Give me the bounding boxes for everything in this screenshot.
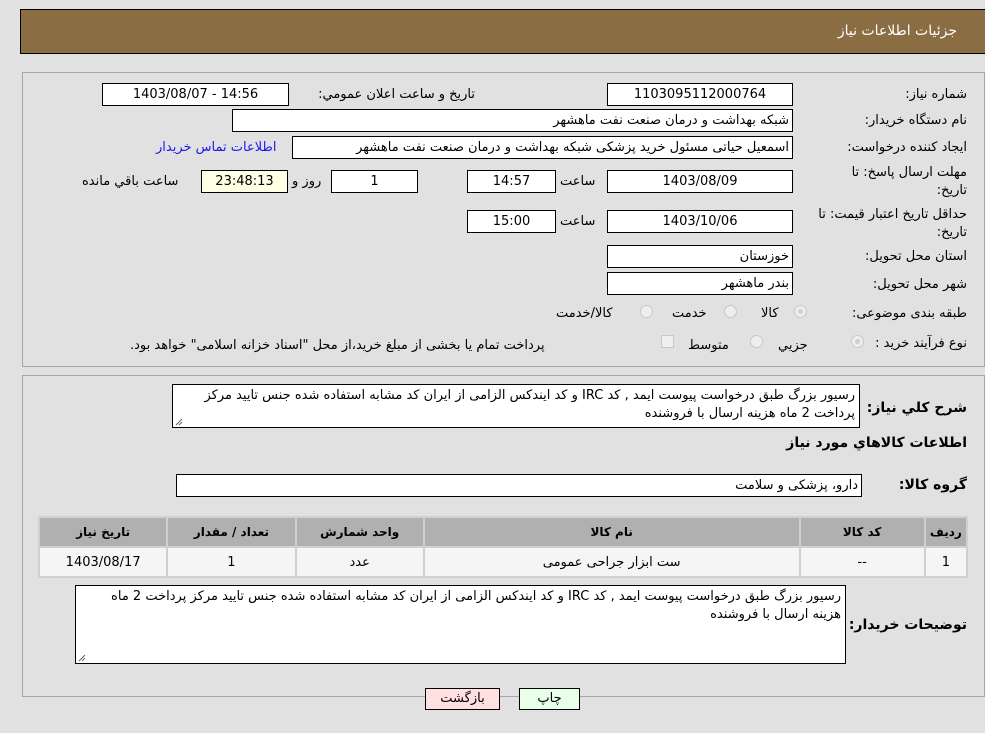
treasury-checkbox[interactable] <box>661 335 674 348</box>
col-header-item-code: کد کالا <box>800 518 924 546</box>
announce-datetime-field: 1403/08/07 - 14:56 <box>102 83 289 106</box>
remaining-days-field: 1 <box>331 170 418 193</box>
items-table-wrapper: رديف کد کالا نام کالا واحد شمارش تعداد /… <box>38 516 968 578</box>
reply-deadline-label-1: مهلت ارسال پاسخ: تا <box>851 165 967 180</box>
category-option-service: خدمت <box>672 306 707 321</box>
buyer-org-field: شبکه بهداشت و درمان صنعت نفت ماهشهر <box>232 109 793 132</box>
buyer-org-label: نام دستگاه خريدار: <box>864 113 967 128</box>
reply-deadline-time-field: 14:57 <box>467 170 556 193</box>
category-label: طبقه بندی موضوعی: <box>851 306 967 321</box>
goods-group-field: دارو، پزشکی و سلامت <box>176 474 862 497</box>
category-radio-service[interactable] <box>724 305 737 318</box>
col-header-need-date: تاریخ نیاز <box>40 518 167 546</box>
purchase-type-option-medium: متوسط <box>688 338 729 353</box>
price-validity-date-field: 1403/10/06 <box>607 210 793 233</box>
description-label: شرح کلي نياز: <box>866 400 967 416</box>
back-button[interactable]: بازگشت <box>425 688 500 710</box>
category-option-goods: کالا <box>761 306 779 321</box>
table-header-row: رديف کد کالا نام کالا واحد شمارش تعداد /… <box>40 518 966 546</box>
buyer-notes-label: توضیحات خریدار: <box>848 617 967 633</box>
col-header-row-number: رديف <box>925 518 966 546</box>
reply-deadline-label-2: تاریخ: <box>936 183 967 198</box>
purchase-type-option-minor: جزيي <box>778 338 808 353</box>
requester-label: ایجاد کننده درخواست: <box>847 140 967 155</box>
need-number-field: 1103095112000764 <box>607 83 793 106</box>
price-validity-time-field: 15:00 <box>467 210 556 233</box>
buyer-notes-textarea[interactable]: رسیور بزرگ طبق درخواست پیوست ایمد , کد I… <box>75 585 846 664</box>
items-section-title: اطلاعات کالاهاي مورد نياز <box>786 435 967 451</box>
announce-datetime-label: تاریخ و ساعت اعلان عمومي: <box>318 87 475 102</box>
buyer-contact-link[interactable]: اطلاعات تماس خریدار <box>156 140 276 155</box>
category-radio-goods[interactable] <box>794 305 807 318</box>
cell-unit: عدد <box>296 548 423 576</box>
days-label: روز و <box>292 174 322 189</box>
reply-deadline-time-label: ساعت <box>560 174 596 189</box>
col-header-quantity: تعداد / مقدار <box>168 518 295 546</box>
remaining-time-label: ساعت باقي مانده <box>82 174 179 189</box>
category-option-goods-service: کالا/خدمت <box>556 306 613 321</box>
print-button[interactable]: چاپ <box>519 688 580 710</box>
cell-item-code: -- <box>800 548 924 576</box>
description-text: رسیور بزرگ طبق درخواست پیوست ایمد , کد I… <box>204 388 855 421</box>
page-header: جزئیات اطلاعات نیاز <box>20 9 985 54</box>
treasury-note: پرداخت تمام یا بخشی از مبلغ خرید،از محل … <box>130 338 545 353</box>
col-header-item-name: نام کالا <box>424 518 799 546</box>
purchase-type-radio-minor[interactable] <box>851 335 864 348</box>
purchase-type-radio-medium[interactable] <box>750 335 763 348</box>
need-number-label: شماره نیاز: <box>905 87 967 102</box>
requester-field: اسمعیل حیاتی مسئول خرید پزشکی شبکه بهداش… <box>292 136 793 159</box>
delivery-city-label: شهر محل تحویل: <box>872 277 967 292</box>
resize-handle-icon[interactable] <box>175 418 183 426</box>
price-validity-label-1: حداقل تاریخ اعتبار قیمت: تا <box>818 207 967 222</box>
price-validity-label-2: تاریخ: <box>936 225 967 240</box>
buyer-notes-text: رسیور بزرگ طبق درخواست پیوست ایمد , کد I… <box>111 589 841 622</box>
delivery-city-field: بندر ماهشهر <box>607 272 793 295</box>
resize-handle-icon[interactable] <box>78 654 86 662</box>
items-table: رديف کد کالا نام کالا واحد شمارش تعداد /… <box>38 516 968 578</box>
price-validity-time-label: ساعت <box>560 214 596 229</box>
delivery-province-field: خوزستان <box>607 245 793 268</box>
cell-quantity: 1 <box>168 548 295 576</box>
description-textarea[interactable]: رسیور بزرگ طبق درخواست پیوست ایمد , کد I… <box>172 384 860 428</box>
delivery-province-label: استان محل تحویل: <box>865 249 967 264</box>
category-radio-goods-service[interactable] <box>640 305 653 318</box>
cell-need-date: 1403/08/17 <box>40 548 167 576</box>
goods-group-label: گروه کالا: <box>898 477 967 493</box>
remaining-time-field: 23:48:13 <box>201 170 288 193</box>
cell-row-number: 1 <box>925 548 966 576</box>
col-header-unit: واحد شمارش <box>296 518 423 546</box>
table-row: 1 -- ست ابزار جراحی عمومی عدد 1 1403/08/… <box>40 548 966 576</box>
purchase-type-label: نوع فرآیند خرید : <box>875 336 967 351</box>
reply-deadline-date-field: 1403/08/09 <box>607 170 793 193</box>
cell-item-name: ست ابزار جراحی عمومی <box>424 548 799 576</box>
page-title: جزئیات اطلاعات نیاز <box>837 23 957 39</box>
